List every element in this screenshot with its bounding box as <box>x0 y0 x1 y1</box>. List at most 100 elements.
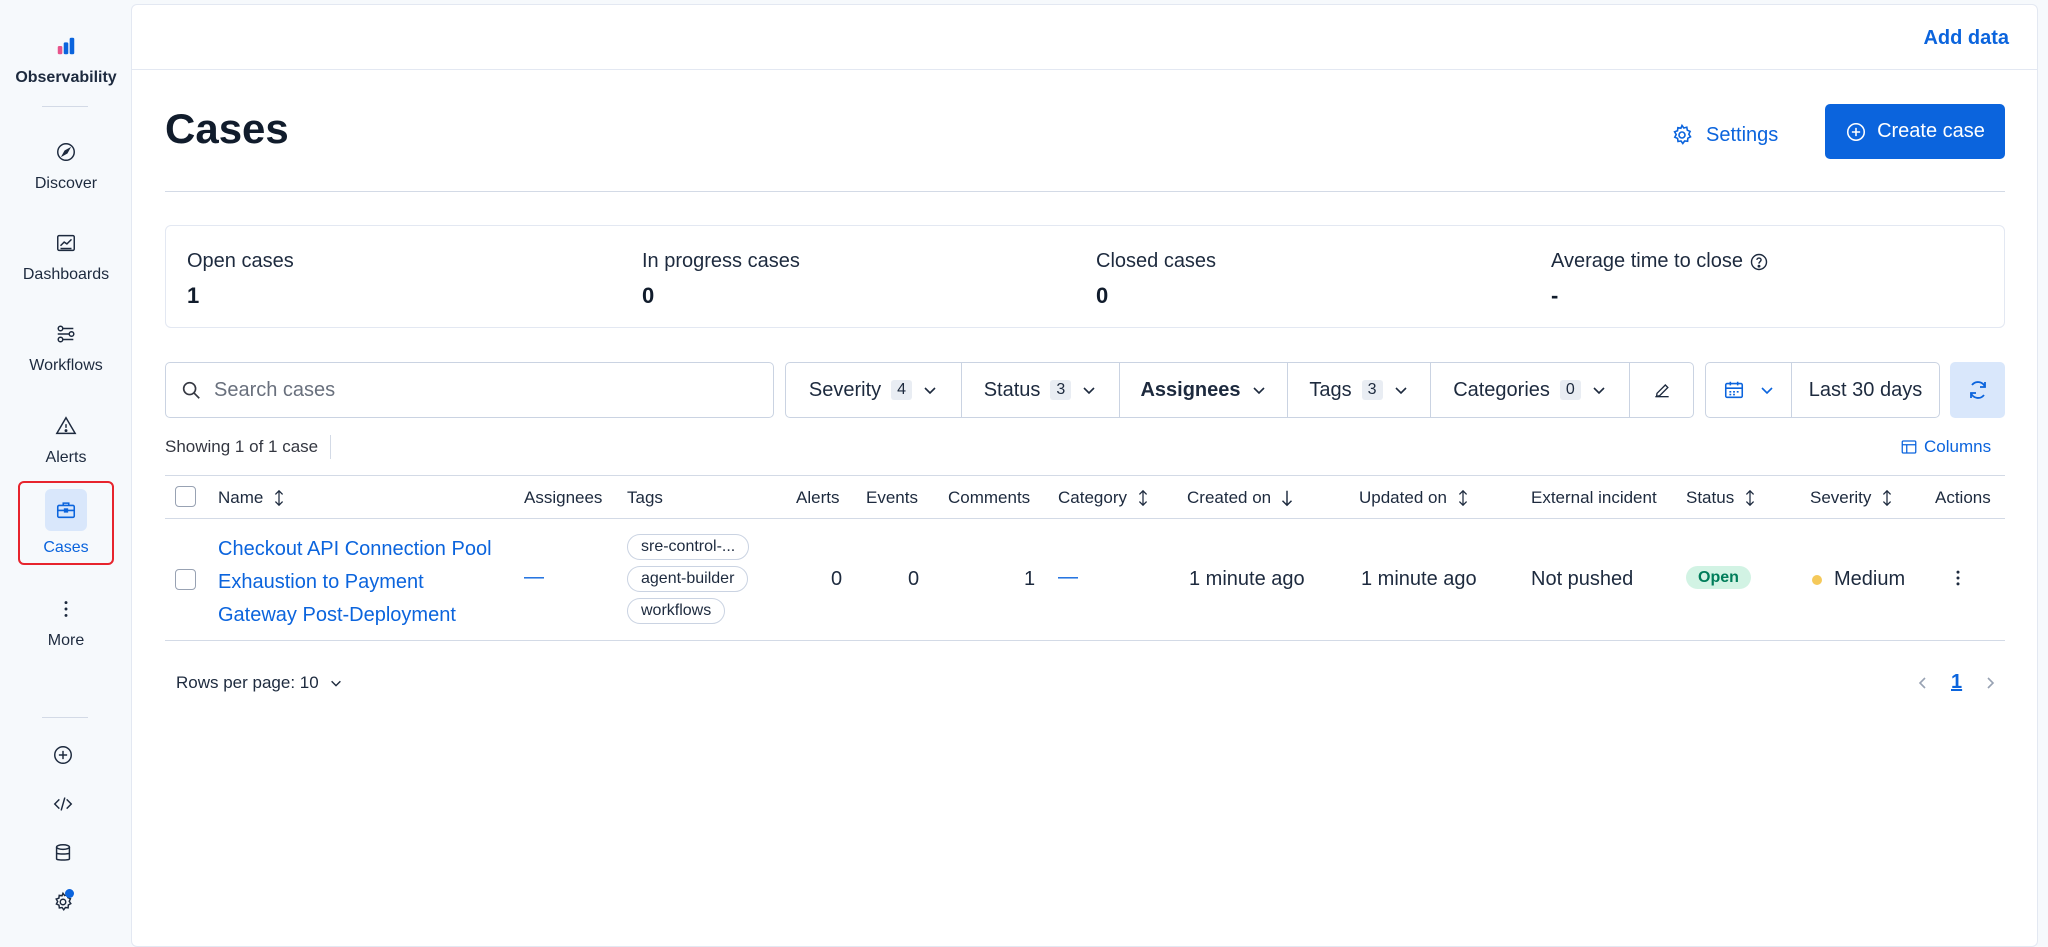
add-integration-button[interactable] <box>46 738 80 772</box>
status-badge[interactable]: Open <box>1686 566 1751 589</box>
column-header-comments: Comments <box>948 488 1031 507</box>
observability-logo-link[interactable]: Observability <box>15 18 117 102</box>
date-range-button[interactable]: Last 30 days <box>1792 363 1939 417</box>
table-columns-icon <box>1901 440 1917 454</box>
status-filter-button[interactable]: Status 3 <box>962 363 1120 417</box>
nav-item-dashboards[interactable]: Dashboards <box>18 215 114 299</box>
data-management-button[interactable] <box>46 836 80 870</box>
tag-badge[interactable]: workflows <box>627 598 726 624</box>
nav-divider <box>42 717 88 718</box>
column-header-actions: Actions <box>1935 488 1991 507</box>
sort-icon <box>1138 489 1148 507</box>
page-title: Cases <box>165 105 289 152</box>
search-icon <box>182 381 200 399</box>
column-header-alerts: Alerts <box>796 488 840 507</box>
filter-label: Assignees <box>1140 378 1241 401</box>
tags-filter-button[interactable]: Tags 3 <box>1288 363 1431 417</box>
column-header-status[interactable]: Status <box>1686 488 1758 508</box>
column-header-external-incident: External incident <box>1531 488 1657 507</box>
nav-item-more[interactable]: More <box>18 581 114 665</box>
alerts-cell: 0 <box>831 568 843 590</box>
events-cell: 0 <box>908 568 920 590</box>
search-input[interactable] <box>214 378 734 402</box>
assignees-filter-button[interactable]: Assignees <box>1120 363 1288 417</box>
page-1-link[interactable]: 1 <box>1951 671 1962 694</box>
tag-badge[interactable]: sre-control-... <box>627 534 750 560</box>
nav-item-label: Alerts <box>45 449 87 466</box>
warning-icon <box>53 413 79 439</box>
filter-count-badge: 4 <box>891 380 913 400</box>
nav-item-label: Cases <box>43 539 89 556</box>
question-circle-icon[interactable] <box>1749 252 1769 272</box>
nav-item-cases[interactable]: Cases <box>18 481 114 565</box>
compass-icon <box>53 139 79 165</box>
external-incident-cell: Not pushed <box>1531 568 1634 590</box>
stat-label: Open cases <box>187 250 294 272</box>
nav-item-workflows[interactable]: Workflows <box>18 306 114 390</box>
edit-filters-button[interactable] <box>1630 363 1693 417</box>
settings-button[interactable]: Settings <box>1670 109 1778 161</box>
rows-per-page-button[interactable]: Rows per page: 10 <box>176 673 343 693</box>
sort-icon <box>275 489 284 507</box>
tag-badge[interactable]: agent-builder <box>627 566 749 592</box>
assignees-cell: — <box>524 566 544 588</box>
stack-management-button[interactable] <box>46 885 80 919</box>
plus-circle-icon <box>54 746 72 764</box>
stat-open-cases: Open cases 1 <box>187 250 294 309</box>
refresh-button[interactable] <box>1950 362 2005 418</box>
quick-select-button[interactable] <box>1706 363 1792 417</box>
more-vertical-icon <box>53 596 79 622</box>
column-header-created-on[interactable]: Created on <box>1187 488 1295 508</box>
header-label: Name <box>218 488 264 507</box>
row-actions-button[interactable] <box>1948 568 1968 594</box>
chevron-down-icon <box>1395 387 1407 395</box>
severity-filter-button[interactable]: Severity 4 <box>786 363 962 417</box>
rows-per-page-label: Rows per page: 10 <box>176 673 319 692</box>
add-data-link[interactable]: Add data <box>1923 27 2009 50</box>
severity-cell: Medium <box>1812 568 1905 591</box>
nav-item-discover[interactable]: Discover <box>18 124 114 208</box>
sort-icon <box>1458 489 1467 507</box>
results-divider <box>330 435 331 459</box>
chevron-right-icon[interactable] <box>1982 675 1998 691</box>
observability-logo-icon <box>53 33 79 59</box>
column-header-assignees: Assignees <box>524 488 603 507</box>
chevron-down-icon <box>924 387 936 395</box>
stat-label: Closed cases <box>1096 250 1217 272</box>
header-label: Severity <box>1810 488 1872 507</box>
refresh-icon <box>1969 381 1986 399</box>
column-header-name[interactable]: Name <box>218 488 287 508</box>
columns-label: Columns <box>1924 437 1992 456</box>
observability-label: Observability <box>15 69 117 86</box>
columns-button[interactable]: Columns <box>1900 437 1991 457</box>
case-title-link[interactable]: Checkout API Connection Pool Exhaustion … <box>218 533 508 632</box>
severity-medium-dot-icon <box>1812 574 1822 585</box>
chevron-down-icon <box>330 680 341 687</box>
developer-tools-button[interactable] <box>46 787 80 821</box>
results-count: Showing 1 of 1 case <box>165 437 319 456</box>
row-checkbox[interactable] <box>175 569 196 590</box>
date-picker: Last 30 days <box>1705 362 1940 418</box>
column-header-updated-on[interactable]: Updated on <box>1359 488 1471 508</box>
more-vertical-icon <box>1956 570 1960 586</box>
create-case-button[interactable]: Create case <box>1825 104 2005 159</box>
updated-on-cell: 1 minute ago <box>1361 568 1477 590</box>
select-all-checkbox[interactable] <box>175 486 196 507</box>
settings-label: Settings <box>1706 123 1779 146</box>
table-header: Name Assignees Tags Alerts Events Commen… <box>165 475 2005 519</box>
arrow-down-icon <box>1282 490 1293 507</box>
calendar-icon <box>1724 381 1743 399</box>
chevron-down-icon <box>1760 387 1773 395</box>
nav-divider <box>42 106 88 107</box>
column-header-severity[interactable]: Severity <box>1810 488 1895 508</box>
table-row: Checkout API Connection Pool Exhaustion … <box>165 519 2005 641</box>
database-icon <box>55 844 71 861</box>
create-case-label: Create case <box>1877 120 1985 142</box>
nav-item-label: Workflows <box>29 357 103 374</box>
categories-filter-button[interactable]: Categories 0 <box>1431 363 1630 417</box>
nav-item-alerts[interactable]: Alerts <box>18 398 114 482</box>
chevron-left-icon[interactable] <box>1915 675 1931 691</box>
nav-item-label: More <box>47 632 85 649</box>
top-bar: Add data <box>132 5 2037 70</box>
column-header-category[interactable]: Category <box>1058 488 1151 508</box>
